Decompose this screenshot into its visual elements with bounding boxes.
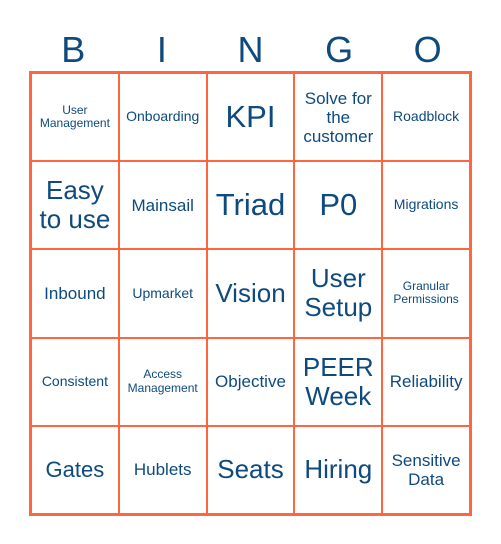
bingo-cell[interactable]: Granular Permissions [382,249,470,338]
bingo-cell[interactable]: Reliability [382,337,470,426]
bingo-header: B I N G O [29,30,472,70]
header-letter-i: I [156,29,167,70]
bingo-cell[interactable]: Consistent [31,337,119,426]
bingo-cell[interactable]: Gates [31,425,119,514]
header-letter-o: O [413,29,442,70]
header-letter-b: B [61,29,86,70]
header-letter-g: G [325,29,354,70]
bingo-cell[interactable]: Hublets [118,425,207,514]
header-letter-n: N [237,29,264,70]
bingo-cell[interactable]: User Setup [294,249,383,338]
bingo-card: User Management Onboarding KPI Solve for th… [29,71,472,516]
bingo-cell[interactable]: Objective [206,337,295,426]
bingo-cell[interactable]: Seats [206,425,295,514]
bingo-cell[interactable]: KPI [206,73,295,162]
bingo-cell[interactable]: Triad [206,161,295,250]
bingo-cell[interactable]: Roadblock [382,73,470,162]
bingo-cell[interactable]: Access Management [118,337,207,426]
bingo-cell[interactable]: User Management [31,73,119,162]
bingo-cell[interactable]: PEER Week [294,337,383,426]
bingo-cell[interactable]: Migrations [382,161,470,250]
bingo-cell[interactable]: Solve for the customer [294,73,383,162]
bingo-cell[interactable]: P0 [294,161,383,250]
bingo-cell[interactable]: Sensitive Data [382,425,470,514]
bingo-cell[interactable]: Mainsail [118,161,207,250]
bingo-cell[interactable]: Easy to use [31,161,119,250]
bingo-cell[interactable]: Inbound [31,249,119,338]
bingo-cell[interactable]: Upmarket [118,249,207,338]
bingo-cell[interactable]: Onboarding [118,73,207,162]
bingo-cell[interactable]: Vision [206,249,295,338]
bingo-cell[interactable]: Hiring [294,425,383,514]
